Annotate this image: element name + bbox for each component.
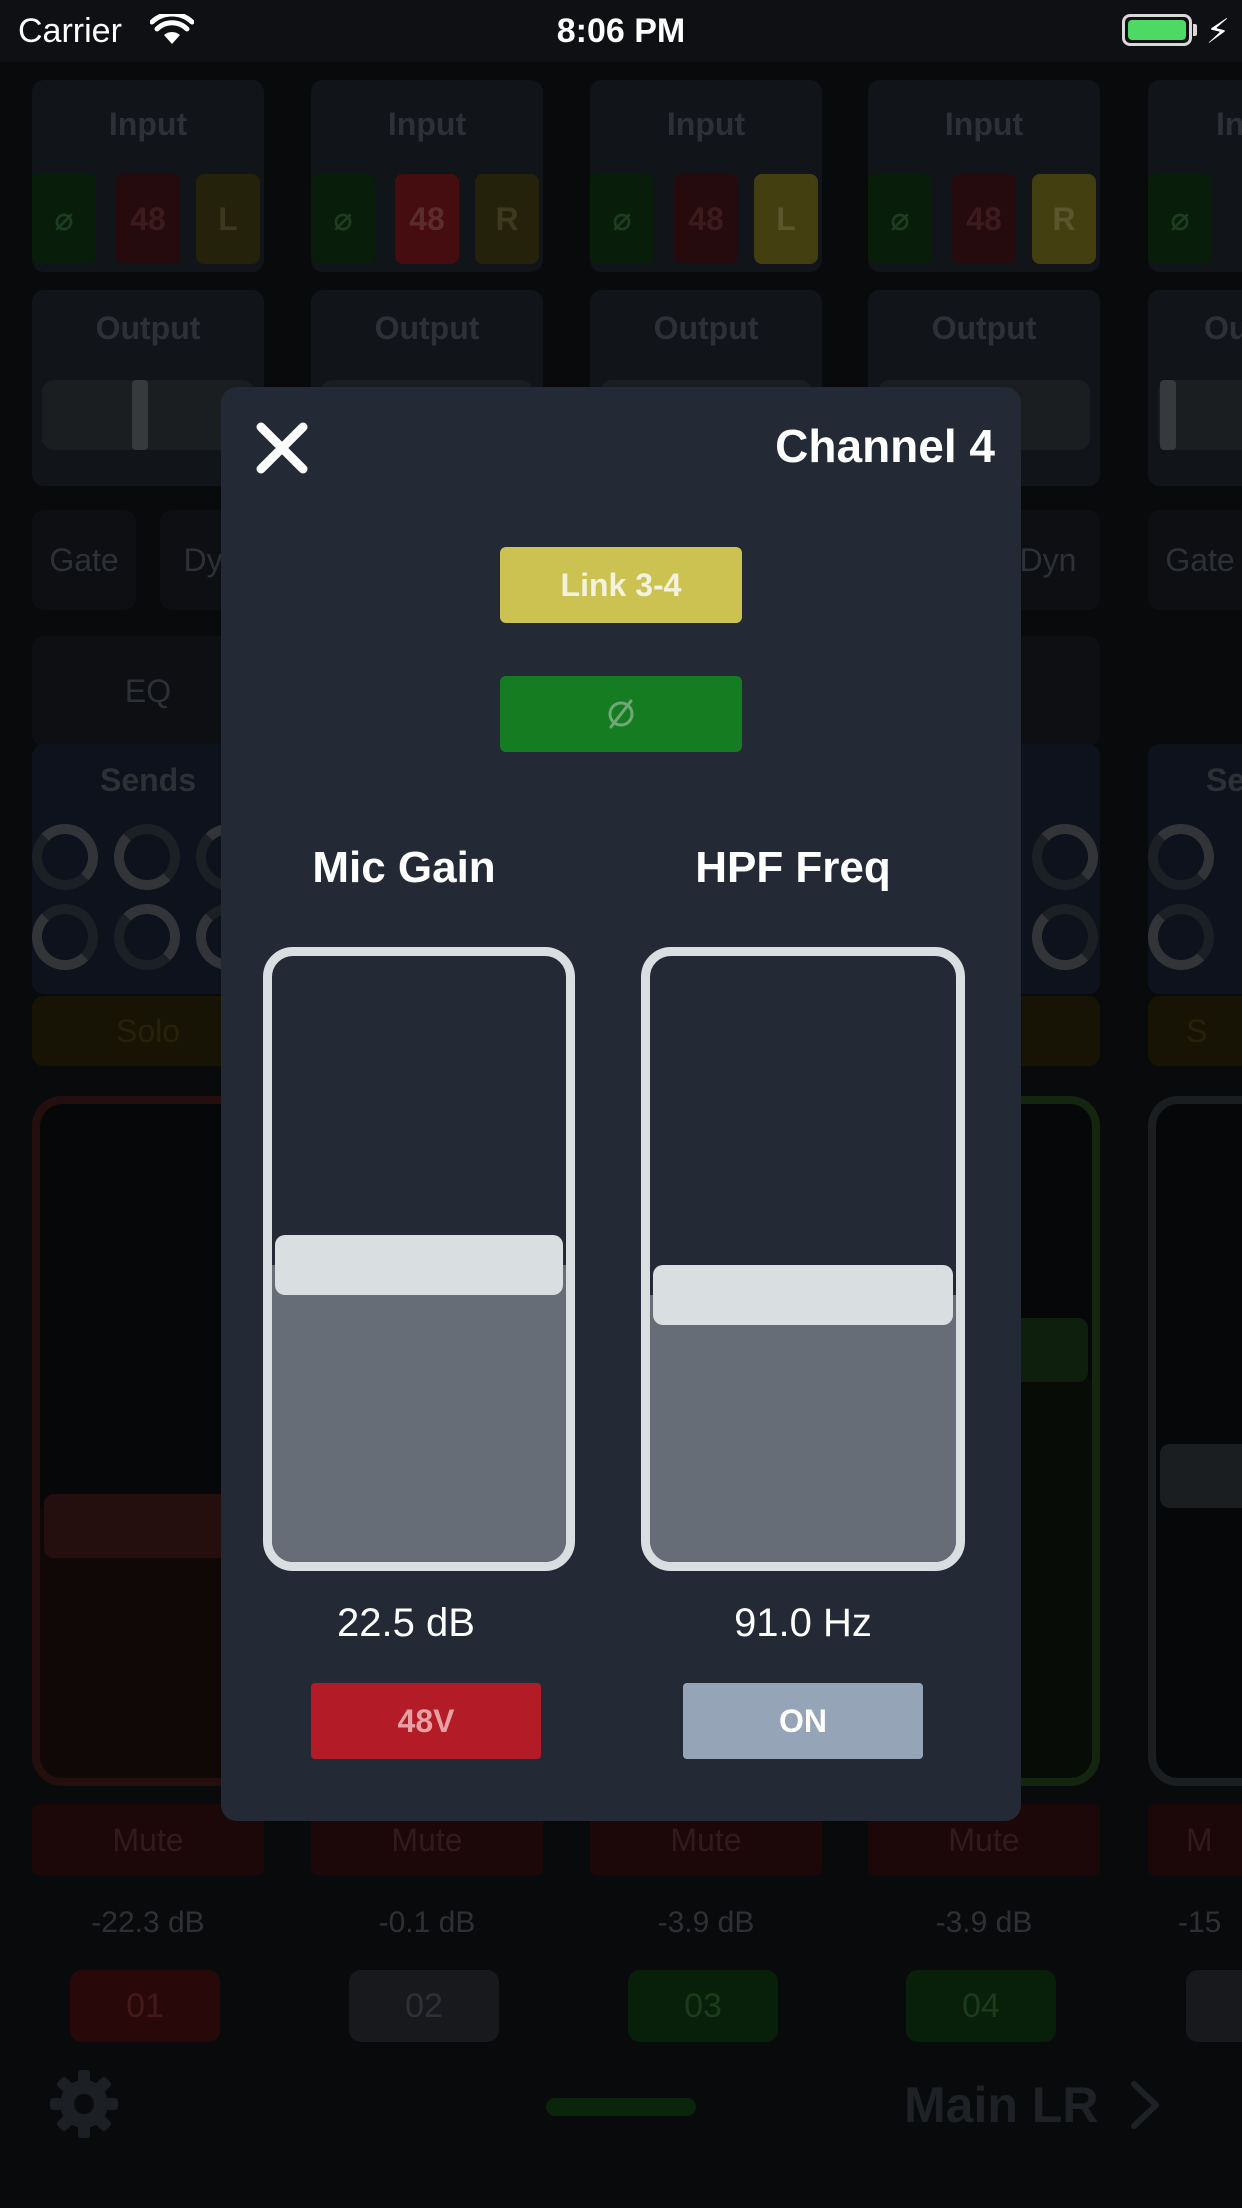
close-icon[interactable] [255,421,309,475]
status-bar: Carrier 8:06 PM ⚡ [0,0,1242,62]
hpf-freq-fill [650,1295,956,1562]
phase-invert-button[interactable] [500,676,742,752]
mic-gain-fill [272,1265,566,1562]
phase-icon [608,699,634,729]
hpf-freq-thumb[interactable] [653,1265,953,1325]
hpf-freq-label: HPF Freq [695,843,891,892]
mic-gain-slider[interactable] [263,947,575,1571]
battery-icon [1122,14,1192,46]
modal-title: Channel 4 [775,420,995,472]
clock: 8:06 PM [556,12,686,50]
screen: Carrier 8:06 PM ⚡ Input ⌀ 48 L Output Ga… [0,0,1242,2208]
mic-gain-thumb[interactable] [275,1235,563,1295]
hpf-on-toggle[interactable]: ON [683,1683,923,1759]
phantom-power-48v-button[interactable]: 48V [311,1683,541,1759]
battery-tip [1193,24,1197,36]
hpf-freq-slider[interactable] [641,947,965,1571]
charging-bolt-icon: ⚡ [1206,13,1230,51]
hpf-freq-value: 91.0 Hz [734,1601,872,1645]
mic-gain-value: 22.5 dB [337,1601,475,1645]
link-channels-button[interactable]: Link 3-4 [500,547,742,623]
channel-settings-modal: Channel 4 Link 3-4 Mic Gain HPF Freq 22.… [221,387,1021,1821]
mic-gain-label: Mic Gain [312,843,496,892]
